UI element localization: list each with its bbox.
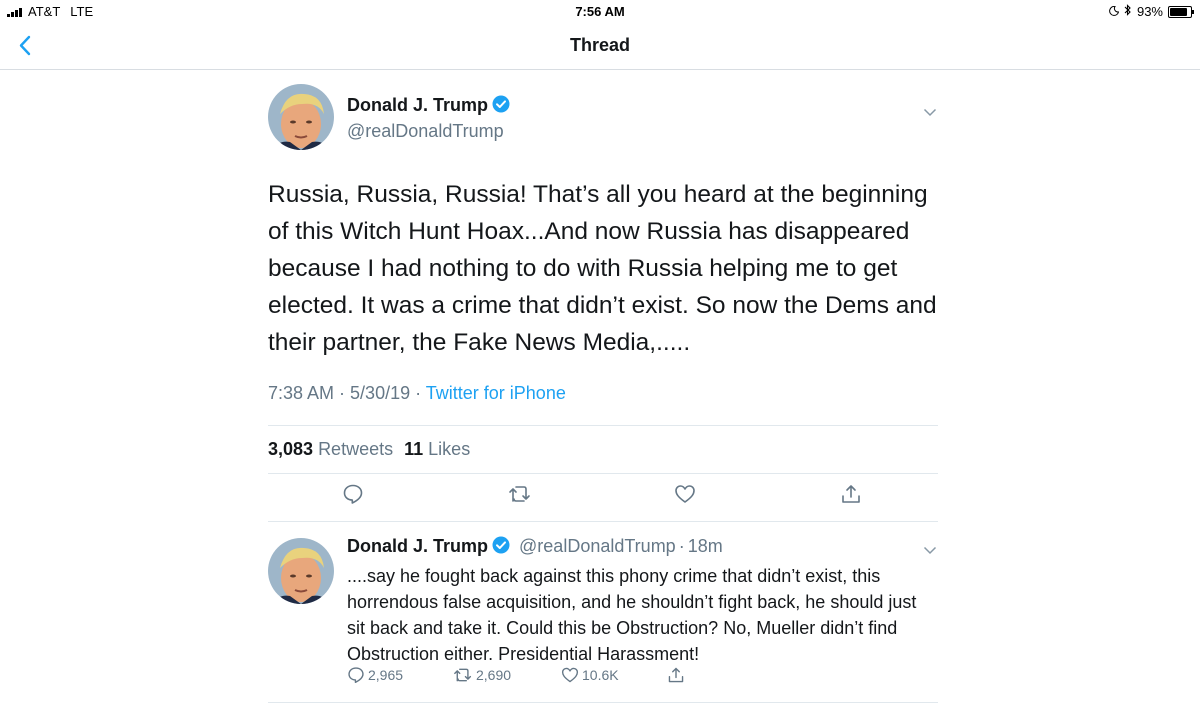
reply-button[interactable] — [342, 483, 364, 510]
retweets-stat[interactable]: 3,083 Retweets — [268, 439, 393, 459]
reply-tweet[interactable]: Donald J. Trump @realDonaldTrump · 18m ...… — [268, 525, 938, 705]
divider — [268, 425, 938, 426]
tweet-stats: 3,083 Retweets 11 Likes — [268, 439, 470, 460]
tweet-source-link[interactable]: Twitter for iPhone — [426, 383, 566, 403]
author-handle[interactable]: @realDonaldTrump — [347, 121, 510, 142]
tweet-meta: 7:38 AM · 5/30/19 · Twitter for iPhone — [268, 383, 566, 404]
retweet-icon — [509, 486, 530, 502]
reply-age: 18m — [687, 536, 723, 556]
bluetooth-icon — [1124, 4, 1132, 19]
author-block: Donald J. Trump @realDonaldTrump — [347, 95, 510, 142]
reply-text: ....say he fought back against this phon… — [347, 566, 917, 664]
retweets-count: 3,083 — [268, 439, 314, 459]
likes-count: 11 — [404, 439, 424, 459]
likes-label: Likes — [428, 439, 471, 459]
share-icon — [668, 667, 684, 683]
retweet-icon — [454, 668, 472, 682]
retweet-button[interactable]: 2,690 — [453, 666, 511, 684]
avatar[interactable] — [268, 84, 334, 150]
more-options-button[interactable] — [923, 104, 937, 122]
meta-separator: · — [334, 383, 351, 403]
battery-percent: 93% — [1136, 4, 1163, 19]
like-button[interactable] — [674, 483, 696, 510]
divider — [268, 473, 938, 474]
verified-badge-icon — [492, 95, 510, 118]
tweet-time: 7:38 AM — [268, 383, 335, 403]
like-button[interactable]: 10.6K — [561, 666, 619, 684]
battery-fill — [1170, 7, 1187, 16]
reply-header: Donald J. Trump @realDonaldTrump · 18m — [347, 536, 723, 559]
likes-stat[interactable]: 11 Likes — [404, 439, 470, 459]
divider — [268, 521, 938, 522]
reply-count: 2,965 — [368, 667, 404, 683]
avatar[interactable] — [268, 538, 334, 604]
navigation-bar: Thread — [0, 24, 1200, 70]
battery-icon — [1168, 5, 1194, 18]
retweet-count: 2,690 — [476, 667, 512, 683]
retweet-button[interactable] — [508, 483, 532, 510]
share-button[interactable] — [840, 483, 862, 510]
moon-icon — [1109, 4, 1120, 19]
share-button[interactable] — [667, 666, 685, 684]
share-icon — [842, 485, 860, 503]
author-name[interactable]: Donald J. Trump — [347, 536, 488, 556]
tweet-actions — [268, 483, 938, 513]
verified-badge-icon — [492, 536, 510, 559]
tweet-date: 5/30/19 — [350, 383, 411, 403]
status-time: 7:56 AM — [575, 4, 625, 19]
like-count: 10.6K — [582, 667, 619, 683]
meta-separator: · — [410, 383, 426, 403]
retweets-label: Retweets — [318, 439, 394, 459]
reply-icon — [343, 484, 363, 504]
heart-icon — [675, 485, 695, 503]
chevron-down-icon — [923, 546, 937, 555]
reply-button[interactable]: 2,965 — [347, 666, 403, 684]
status-bar-right: 93% — [1109, 4, 1194, 19]
status-bar: AT&T LTE 7:56 AM 93% — [0, 0, 1200, 24]
chevron-down-icon — [923, 108, 937, 117]
reply-icon — [348, 667, 364, 684]
tweet-text: Russia, Russia, Russia! That’s all you h… — [268, 181, 937, 356]
author-handle[interactable]: @realDonaldTrump — [519, 536, 676, 556]
dot-separator: · — [678, 536, 685, 556]
page-title: Thread — [569, 35, 630, 55]
more-options-button[interactable] — [923, 542, 937, 560]
author-name[interactable]: Donald J. Trump — [347, 95, 488, 115]
heart-icon — [561, 667, 579, 683]
